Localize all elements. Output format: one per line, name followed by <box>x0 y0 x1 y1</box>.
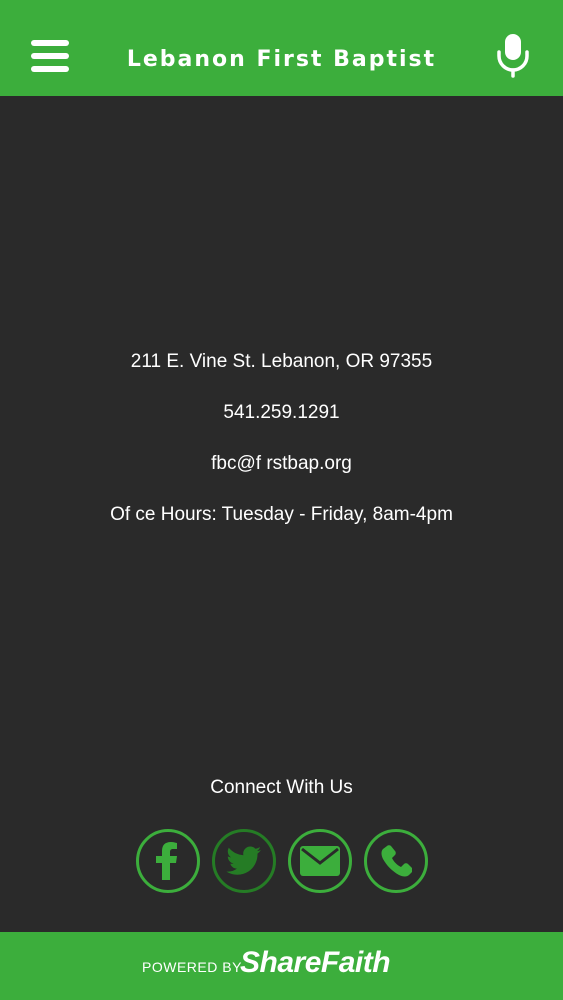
footer-bar: POWERED BY ShareFaith <box>0 932 563 1000</box>
microphone-icon[interactable] <box>495 32 531 78</box>
twitter-icon <box>225 846 261 875</box>
sharefaith-logo[interactable]: ShareFaith <box>240 946 391 980</box>
phone-icon <box>381 845 412 877</box>
facebook-icon <box>155 842 177 880</box>
phone-text[interactable]: 541.259.1291 <box>0 399 563 450</box>
connect-title: Connect With Us <box>210 777 353 798</box>
facebook-button[interactable] <box>135 829 200 893</box>
twitter-button[interactable] <box>211 829 276 893</box>
contact-info: 211 E. Vine St. Lebanon, OR 97355 541.25… <box>0 348 563 552</box>
phone-button[interactable] <box>363 829 428 893</box>
powered-by-label: POWERED BY <box>142 959 242 975</box>
office-hours-text: Of ce Hours: Tuesday - Friday, 8am-4pm <box>110 504 453 525</box>
app-title: Lebanon First Baptist <box>126 47 437 72</box>
address-text: 211 E. Vine St. Lebanon, OR 97355 <box>130 351 433 372</box>
top-bar: Lebanon First Baptist <box>0 0 563 96</box>
email-text[interactable]: fbc@f rstbap.org <box>0 450 563 501</box>
social-links <box>0 829 563 893</box>
email-icon <box>299 846 340 876</box>
email-button[interactable] <box>287 829 352 893</box>
